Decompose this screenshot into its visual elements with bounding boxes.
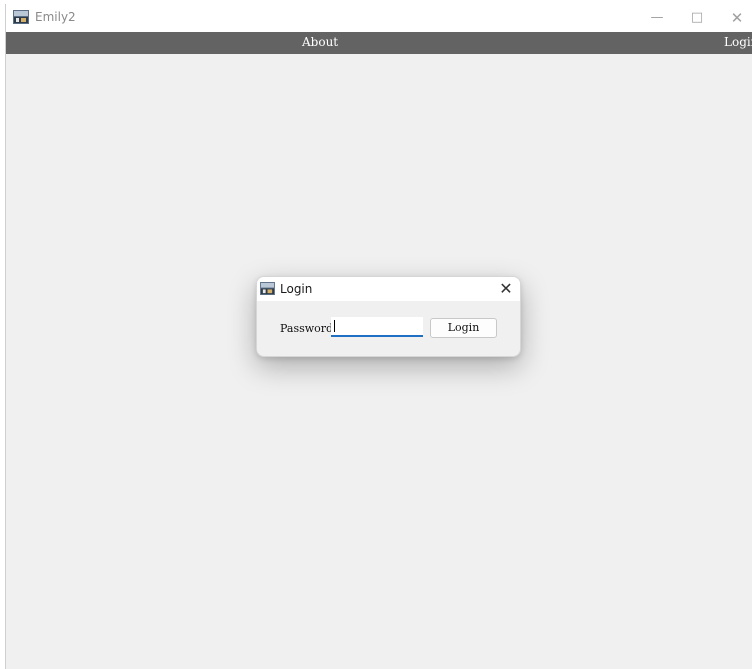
window-titlebar[interactable]: Emily2 — □ ✕ <box>6 4 752 32</box>
minimize-button[interactable]: — <box>637 4 677 32</box>
maximize-button[interactable]: □ <box>677 4 717 32</box>
menu-item-login[interactable]: Login <box>724 35 752 49</box>
main-content <box>6 54 752 669</box>
dialog-close-icon[interactable]: ✕ <box>495 278 517 300</box>
password-label: Password: <box>280 322 337 335</box>
app-window: Emily2 — □ ✕ About Login Login ✕ Passwor… <box>5 4 752 669</box>
dialog-title: Login <box>280 282 313 296</box>
dialog-titlebar[interactable]: Login ✕ <box>257 277 520 301</box>
window-title: Emily2 <box>35 10 76 24</box>
login-button[interactable]: Login <box>430 318 497 338</box>
close-button[interactable]: ✕ <box>717 4 752 32</box>
password-input[interactable] <box>331 317 423 337</box>
app-icon <box>13 10 29 24</box>
menu-item-about[interactable]: About <box>302 35 338 49</box>
menu-bar: About Login <box>6 32 752 54</box>
login-dialog: Login ✕ Password: Login <box>256 276 521 357</box>
dialog-app-icon <box>260 282 275 295</box>
text-caret <box>334 320 335 332</box>
